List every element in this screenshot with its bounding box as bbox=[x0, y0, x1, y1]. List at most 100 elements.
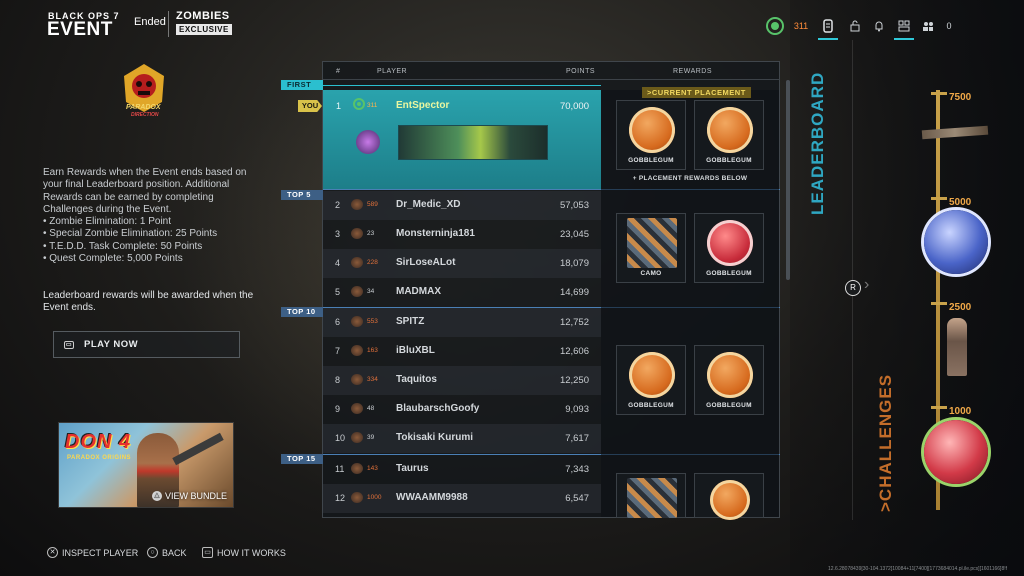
row-rank: 5 bbox=[335, 287, 341, 297]
view-bundle-label: VIEW BUNDLE bbox=[164, 491, 227, 501]
reward-gobblegum[interactable]: GOBBLEGUM bbox=[616, 345, 686, 415]
leaderboard-tab-icon[interactable] bbox=[818, 13, 838, 39]
row-player-name: iBluXBL bbox=[396, 345, 435, 356]
how-label: HOW IT WORKS bbox=[217, 547, 286, 558]
reward-gobblegum[interactable]: GOBBLEGUM bbox=[694, 213, 764, 283]
how-it-works-hint[interactable]: ▭ HOW IT WORKS bbox=[202, 547, 286, 558]
controller-icon: ▭ bbox=[64, 340, 74, 349]
reward-label: CAMO bbox=[640, 270, 662, 277]
challenges-side-label[interactable]: >CHALLENGES bbox=[876, 374, 896, 512]
active-tab-underline bbox=[818, 38, 838, 40]
touchpad-icon: ▭ bbox=[202, 547, 213, 558]
tab-underline-2 bbox=[894, 38, 914, 40]
gobblegum-icon bbox=[629, 107, 675, 153]
row-player-name: SirLoseALot bbox=[396, 257, 456, 268]
rank-icon bbox=[351, 345, 363, 356]
leaderboard-row[interactable]: 3 23 Monsterninja181 23,045 bbox=[323, 220, 601, 249]
row-level: 23 bbox=[367, 230, 375, 237]
row-points: 70,000 bbox=[559, 101, 589, 112]
rank-icon bbox=[351, 432, 363, 443]
leaderboard-row[interactable]: 4 228 SirLoseALot 18,079 bbox=[323, 249, 601, 278]
row-points: 9,093 bbox=[565, 404, 589, 415]
row-rank: 3 bbox=[335, 229, 341, 239]
chevron-right-icon[interactable]: › bbox=[864, 276, 869, 294]
header-divider-line bbox=[323, 79, 780, 80]
row-points: 7,343 bbox=[565, 464, 589, 475]
reward-label: GOBBLEGUM bbox=[706, 157, 752, 164]
leaderboard-row-first[interactable]: 1 311 EntSpector 70,000 bbox=[323, 90, 601, 189]
tier-top15: TOP 15 bbox=[281, 454, 323, 464]
row-level: 228 bbox=[367, 259, 378, 266]
play-now-button[interactable]: ▭ PLAY NOW bbox=[53, 331, 240, 358]
row-points: 12,250 bbox=[559, 375, 589, 386]
row-player-name: Tokisaki Kurumi bbox=[396, 432, 474, 443]
leaderboard-row[interactable]: 9 48 BlaubarschGoofy 9,093 bbox=[323, 395, 601, 424]
reward-gobblegum[interactable]: GOBBLEGUM bbox=[694, 100, 764, 170]
reward-camo[interactable] bbox=[616, 473, 686, 518]
row-player-name: Dr_Medic_XD bbox=[396, 199, 461, 210]
leaderboard-row[interactable]: 5 34 MADMAX 14,699 bbox=[323, 278, 601, 307]
leaderboard-row[interactable]: 2 589 Dr_Medic_XD 57,053 bbox=[323, 191, 601, 220]
view-bundle-button[interactable]: △ VIEW BUNDLE bbox=[151, 491, 227, 501]
row-player-name: Monsterninja181 bbox=[396, 228, 475, 239]
leaderboard-row[interactable]: 11 143 Taurus 7,343 bbox=[323, 455, 601, 484]
col-player: PLAYER bbox=[377, 68, 408, 75]
bundle-card[interactable]: DON 4 PARADOX ORIGINS △ VIEW BUNDLE bbox=[58, 422, 234, 508]
triangle-button-icon: △ bbox=[151, 491, 162, 501]
operator-reward-icon[interactable] bbox=[947, 318, 967, 376]
cross-button-icon: ✕ bbox=[47, 547, 58, 558]
rank-icon bbox=[351, 463, 363, 474]
lock-icon[interactable] bbox=[845, 13, 865, 39]
bullet-item: • Quest Complete: 5,000 Points bbox=[43, 253, 183, 265]
header-divider bbox=[168, 11, 169, 37]
reward-gobblegum[interactable] bbox=[694, 473, 764, 520]
row-points: 6,547 bbox=[565, 493, 589, 504]
tier-first: FIRST bbox=[281, 80, 323, 90]
rank-icon bbox=[351, 316, 363, 327]
bullet-item: • Zombie Elimination: 1 Point bbox=[43, 216, 172, 228]
bell-icon[interactable] bbox=[869, 13, 889, 39]
row-rank: 1 bbox=[336, 101, 342, 111]
player-rank-icon[interactable] bbox=[763, 13, 787, 39]
row-player-name: Taquitos bbox=[396, 374, 437, 385]
leaderboard-row[interactable]: 6 553 SPITZ 12,752 bbox=[323, 308, 601, 337]
bundle-weapon-image bbox=[172, 432, 224, 466]
leaderboard-side-label[interactable]: LEADERBOARD bbox=[808, 72, 828, 215]
back-hint[interactable]: ○ BACK bbox=[147, 547, 187, 558]
reward-camo[interactable]: CAMO bbox=[616, 213, 686, 283]
row-points: 57,053 bbox=[559, 200, 589, 211]
leaderboard-row[interactable]: 7 163 iBluXBL 12,606 bbox=[323, 337, 601, 366]
leaderboard-row[interactable]: 12 1000 WWAAMM9988 6,547 bbox=[323, 484, 601, 513]
milestone-value: 7500 bbox=[949, 92, 972, 103]
gobblegum-badge-icon[interactable] bbox=[924, 210, 988, 274]
inspect-player-hint[interactable]: ✕ INSPECT PLAYER bbox=[47, 547, 138, 558]
r-stick-icon[interactable]: R bbox=[845, 280, 861, 296]
leaderboard-row[interactable]: 8 334 Taquitos 12,250 bbox=[323, 366, 601, 395]
gobblegum-icon bbox=[707, 107, 753, 153]
bundle-subtitle: PARADOX ORIGINS bbox=[67, 455, 132, 461]
rank-icon bbox=[351, 257, 363, 268]
row-rank: 10 bbox=[335, 433, 346, 443]
emblem-subtext: DIRECTION bbox=[131, 112, 159, 118]
party-icon[interactable] bbox=[918, 13, 938, 39]
row-rank: 4 bbox=[335, 258, 341, 268]
scrollbar[interactable] bbox=[786, 80, 790, 280]
milestone-value: 5000 bbox=[949, 197, 972, 208]
player-level: 311 bbox=[793, 21, 809, 31]
player-calling-card bbox=[398, 125, 548, 160]
row-points: 12,752 bbox=[559, 317, 589, 328]
camo-icon bbox=[627, 478, 677, 518]
reward-gobblegum[interactable]: GOBBLEGUM bbox=[616, 100, 686, 170]
reward-label: GOBBLEGUM bbox=[628, 157, 674, 164]
col-rewards: REWARDS bbox=[673, 68, 713, 75]
row-player-name: SPITZ bbox=[396, 316, 425, 327]
track-tick bbox=[931, 406, 947, 409]
tier-top10: TOP 10 bbox=[281, 307, 323, 317]
gobblegum-badge-icon[interactable] bbox=[924, 420, 988, 484]
gobblegum-icon bbox=[707, 352, 753, 398]
leaderboard-row[interactable]: 10 39 Tokisaki Kurumi 7,617 bbox=[323, 424, 601, 453]
rank-icon bbox=[351, 403, 363, 414]
track-tick bbox=[931, 197, 947, 200]
reward-gobblegum[interactable]: GOBBLEGUM bbox=[694, 345, 764, 415]
grid-icon[interactable] bbox=[894, 13, 914, 39]
